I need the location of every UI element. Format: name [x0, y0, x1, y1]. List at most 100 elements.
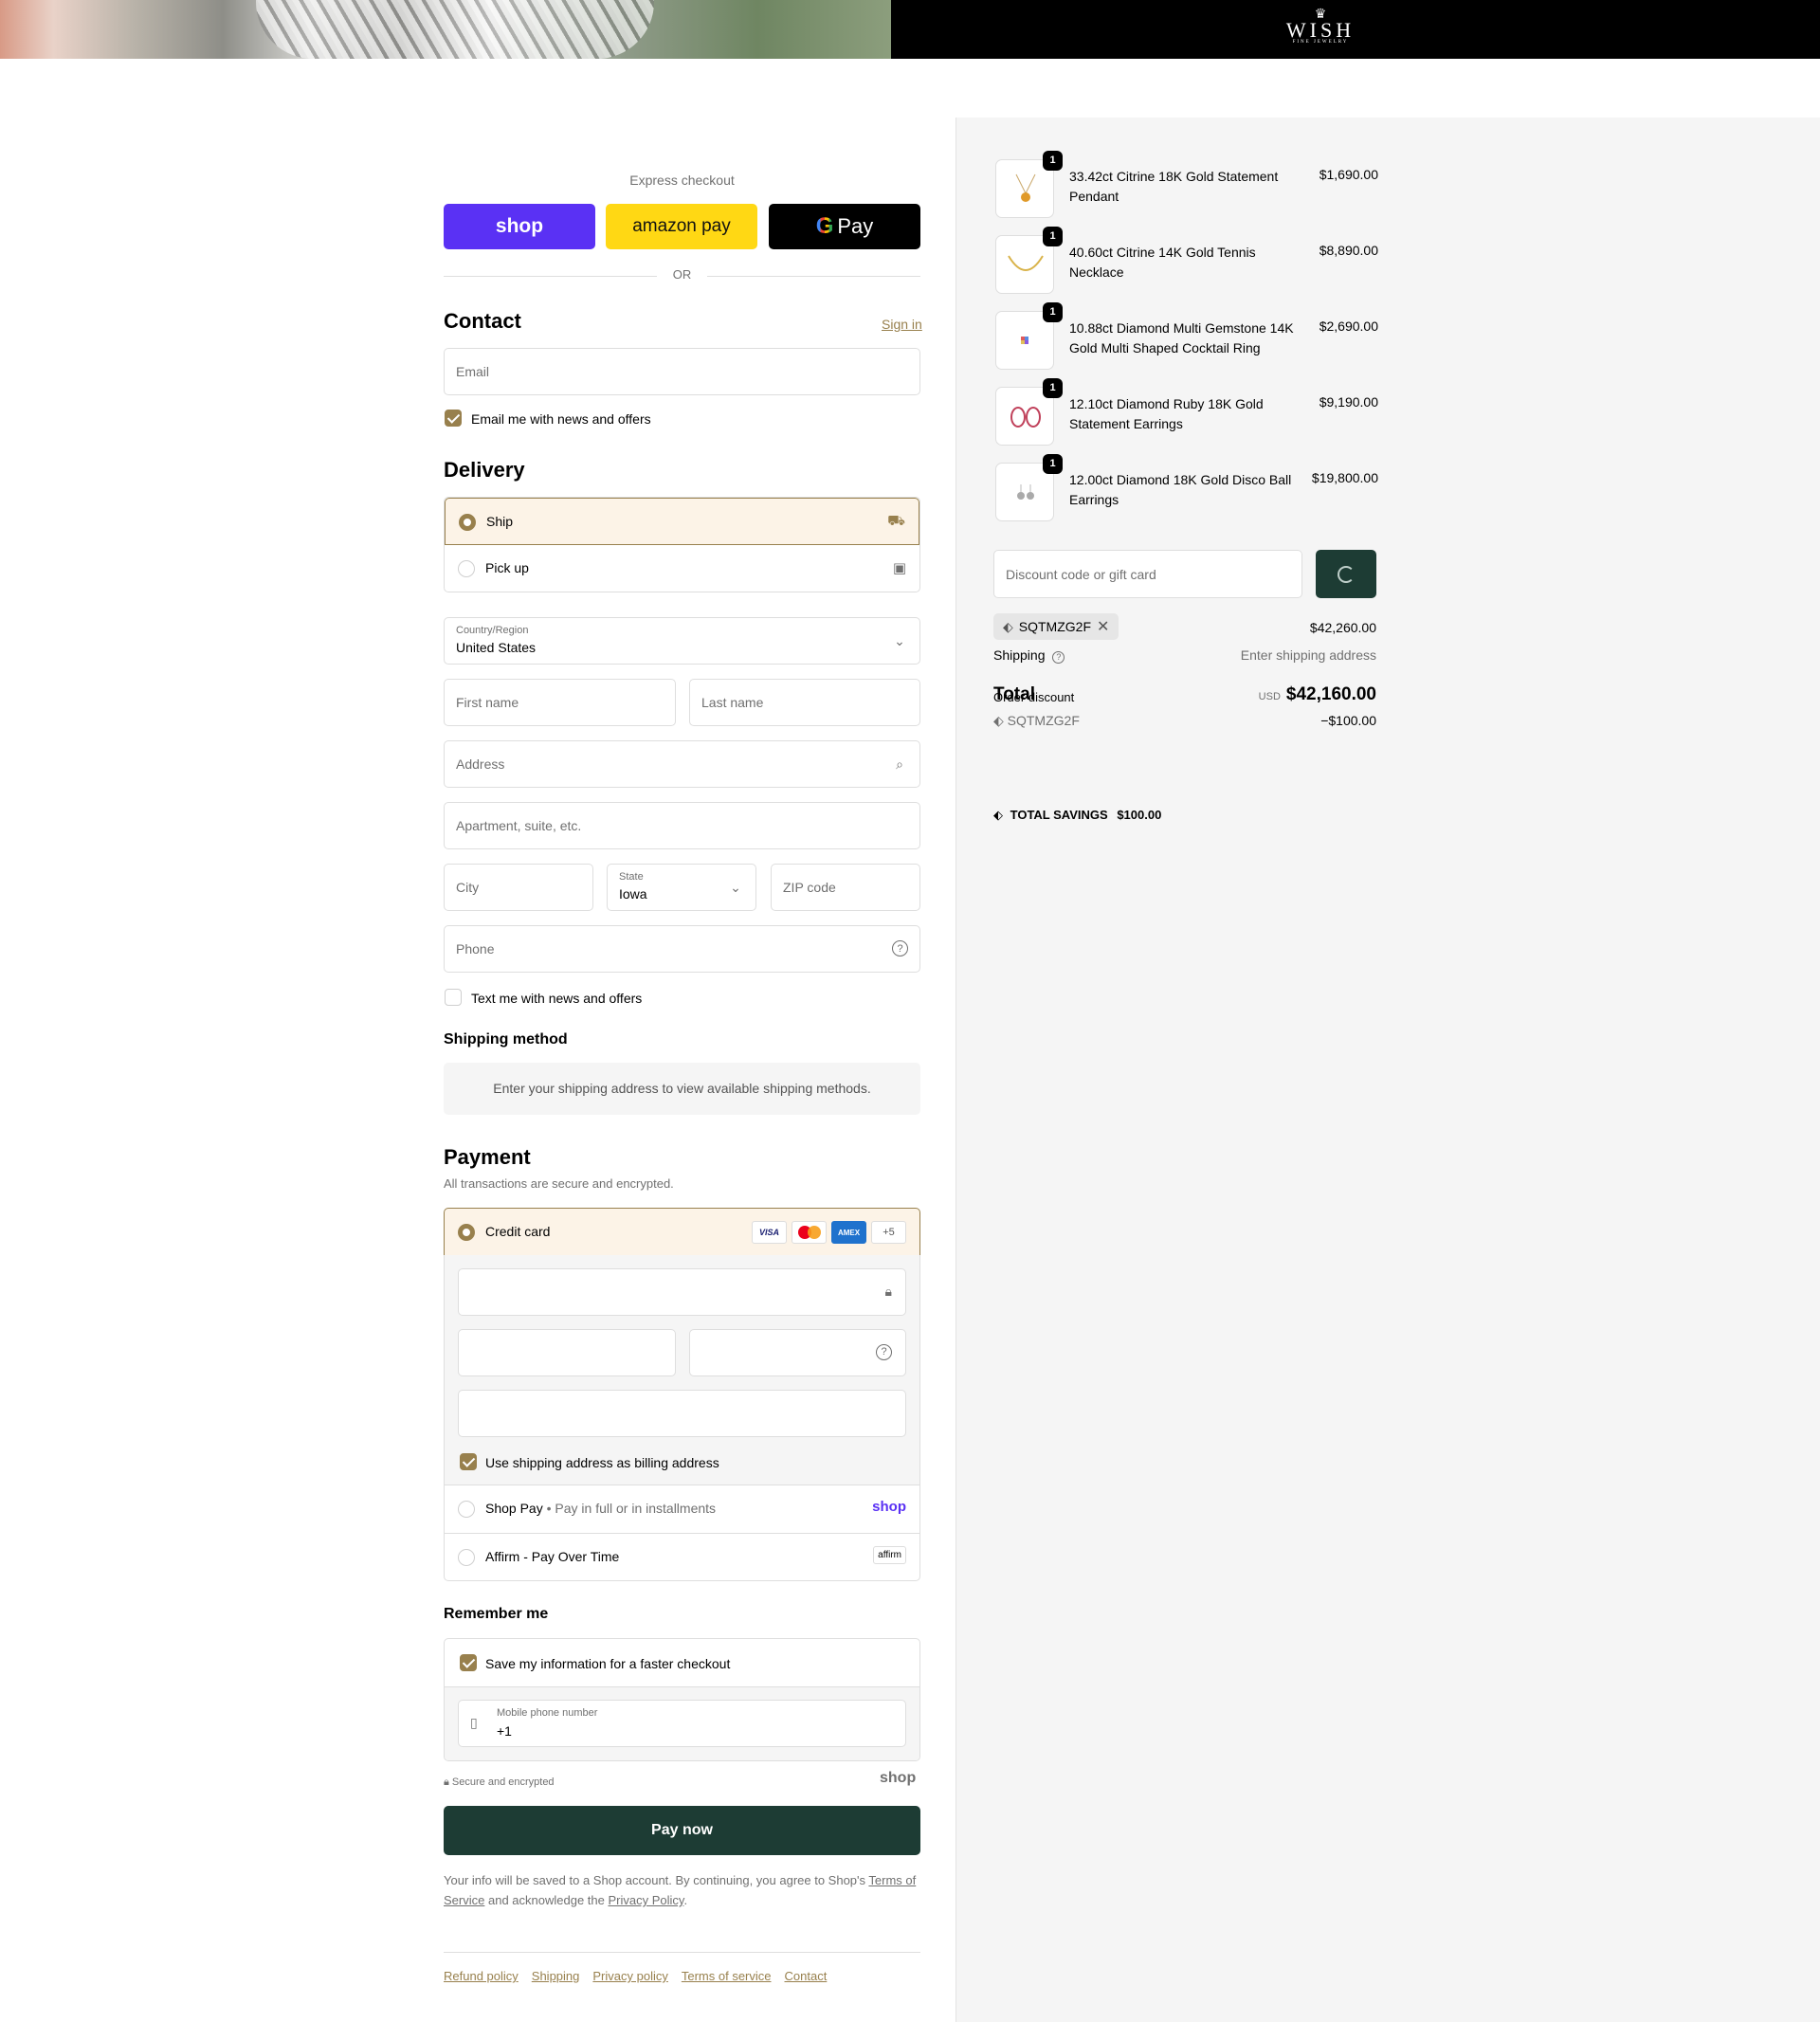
shop-pay-label: shop: [495, 215, 544, 237]
credit-card-form: 🔒︎ ? Use shipping address as billing add…: [444, 1255, 920, 1485]
secure-encrypted-note: 🔒︎ Secure and encrypted: [444, 1776, 555, 1788]
quantity-badge: 1: [1043, 378, 1063, 398]
first-name-placeholder: First name: [456, 695, 519, 710]
last-name-placeholder: Last name: [701, 695, 764, 710]
mobile-phone-field[interactable]: ▯ Mobile phone number +1: [458, 1700, 906, 1747]
ship-radio[interactable]: [459, 514, 476, 531]
discount-code-field[interactable]: Discount code or gift card: [993, 550, 1302, 598]
pickup-label: Pick up: [485, 560, 529, 575]
product-name: 33.42ct Citrine 18K Gold Statement Penda…: [1069, 169, 1279, 204]
mastercard-icon: [792, 1221, 827, 1244]
state-label: State: [619, 871, 644, 883]
cart-item: 1 12.00ct Diamond 18K Gold Disco Ball Ea…: [995, 454, 1378, 523]
last-name-field[interactable]: Last name: [689, 679, 920, 726]
credit-card-radio[interactable]: [458, 1224, 475, 1241]
product-name: 12.10ct Diamond Ruby 18K Gold Statement …: [1069, 396, 1264, 431]
shipping-link[interactable]: Shipping: [532, 1969, 580, 1983]
affirm-logo: affirm: [873, 1546, 906, 1564]
contact-title: Contact: [444, 309, 521, 333]
ship-option[interactable]: Ship ⛟: [445, 498, 919, 545]
pickup-option[interactable]: Pick up ▣: [445, 545, 919, 592]
quantity-badge: 1: [1043, 227, 1063, 246]
product-thumbnail: 1: [995, 454, 1063, 521]
store-logo[interactable]: ♛ WISH FINE JEWELRY: [1278, 9, 1363, 49]
product-price: $2,690.00: [1319, 319, 1378, 334]
header: ♛ WISH FINE JEWELRY: [0, 0, 1820, 59]
address-field[interactable]: Address ⌕: [444, 740, 920, 788]
more-cards-badge: +5: [871, 1221, 906, 1244]
subtotal-value: $42,260.00: [1309, 620, 1376, 635]
remember-me-title: Remember me: [444, 1606, 549, 1622]
privacy-policy-link[interactable]: Privacy Policy: [608, 1893, 683, 1907]
credit-card-label: Credit card: [485, 1224, 551, 1239]
cart-item: 1 10.88ct Diamond Multi Gemstone 14K Gol…: [995, 302, 1378, 372]
save-info-checkbox[interactable]: [460, 1654, 477, 1671]
affirm-option[interactable]: Affirm - Pay Over Time affirm: [445, 1533, 919, 1580]
or-text: OR: [672, 267, 692, 282]
apartment-placeholder: Apartment, suite, etc.: [456, 818, 582, 833]
text-news-checkbox[interactable]: [445, 989, 462, 1006]
shipping-value: Enter shipping address: [1240, 647, 1376, 663]
shop-pay-radio[interactable]: [458, 1501, 475, 1518]
credit-card-option[interactable]: Credit card VISA AMEX +5: [444, 1208, 920, 1256]
pay-now-button[interactable]: Pay now: [444, 1806, 920, 1855]
product-name: 12.00ct Diamond 18K Gold Disco Ball Earr…: [1069, 472, 1292, 507]
loading-spinner-icon: [1338, 566, 1355, 583]
ship-label: Ship: [486, 514, 514, 529]
contact-link[interactable]: Contact: [785, 1969, 828, 1983]
help-icon[interactable]: ?: [892, 940, 908, 956]
phone-field[interactable]: Phone ?: [444, 925, 920, 973]
security-code-field[interactable]: ?: [689, 1329, 906, 1376]
shop-pay-button[interactable]: shop: [444, 204, 595, 249]
state-select[interactable]: State Iowa ⌄: [607, 864, 756, 911]
product-thumbnail: 1: [995, 302, 1063, 370]
apply-discount-button[interactable]: [1316, 550, 1376, 598]
subtotal-row: $42,260.00: [993, 620, 1376, 637]
first-name-field[interactable]: First name: [444, 679, 676, 726]
email-field[interactable]: Email: [444, 348, 920, 395]
country-select[interactable]: Country/Region United States ⌄: [444, 617, 920, 665]
shop-pay-logo: shop: [872, 1499, 906, 1515]
shipping-method-empty: Enter your shipping address to view avai…: [444, 1063, 920, 1115]
discount-code-line: ⬖ SQTMZG2F: [993, 713, 1080, 728]
mobile-label: Mobile phone number: [497, 1707, 598, 1719]
billing-address-label: Use shipping address as billing address: [485, 1455, 719, 1470]
cart-item: 1 40.60ct Citrine 14K Gold Tennis Neckla…: [995, 227, 1378, 296]
google-pay-button[interactable]: G Pay: [769, 204, 920, 249]
pickup-radio[interactable]: [458, 560, 475, 577]
savings-value: $100.00: [1117, 808, 1162, 822]
phone-placeholder: Phone: [456, 941, 495, 956]
legal-text: Your info will be saved to a Shop accoun…: [444, 1873, 917, 1907]
card-brands: VISA AMEX +5: [752, 1221, 906, 1244]
discount-placeholder: Discount code or gift card: [1006, 567, 1156, 582]
zip-field[interactable]: ZIP code: [771, 864, 920, 911]
visa-icon: VISA: [752, 1221, 787, 1244]
zip-placeholder: ZIP code: [783, 880, 836, 895]
email-news-checkbox[interactable]: [445, 410, 462, 427]
google-pay-label: Pay: [837, 214, 874, 238]
apartment-field[interactable]: Apartment, suite, etc.: [444, 802, 920, 849]
shop-pay-option[interactable]: Shop Pay • Pay in full or in installment…: [445, 1485, 919, 1533]
total-row: Total Order discount USD $42,160.00: [993, 684, 1376, 705]
product-thumbnail: 1: [995, 227, 1063, 294]
shipping-row: Shipping ? Enter shipping address: [993, 647, 1376, 665]
name-on-card-field[interactable]: [458, 1390, 906, 1437]
card-number-field[interactable]: 🔒︎: [458, 1268, 906, 1316]
payment-subtitle: All transactions are secure and encrypte…: [444, 1176, 674, 1191]
save-info-label: Save my information for a faster checkou…: [485, 1656, 731, 1671]
amazon-pay-button[interactable]: amazon pay: [606, 204, 757, 249]
lock-icon: 🔒︎: [884, 1284, 892, 1299]
amex-icon: AMEX: [831, 1221, 866, 1244]
terms-of-service-footer-link[interactable]: Terms of service: [682, 1969, 772, 1983]
help-icon[interactable]: ?: [876, 1344, 892, 1360]
footer-divider: [444, 1952, 920, 1953]
affirm-radio[interactable]: [458, 1549, 475, 1566]
city-field[interactable]: City: [444, 864, 593, 911]
google-g-icon: G: [815, 213, 834, 239]
billing-address-checkbox[interactable]: [460, 1453, 477, 1470]
refund-policy-link[interactable]: Refund policy: [444, 1969, 519, 1983]
help-icon[interactable]: ?: [1052, 651, 1065, 664]
expiration-field[interactable]: [458, 1329, 676, 1376]
privacy-policy-footer-link[interactable]: Privacy policy: [592, 1969, 667, 1983]
sign-in-link[interactable]: Sign in: [882, 317, 922, 332]
